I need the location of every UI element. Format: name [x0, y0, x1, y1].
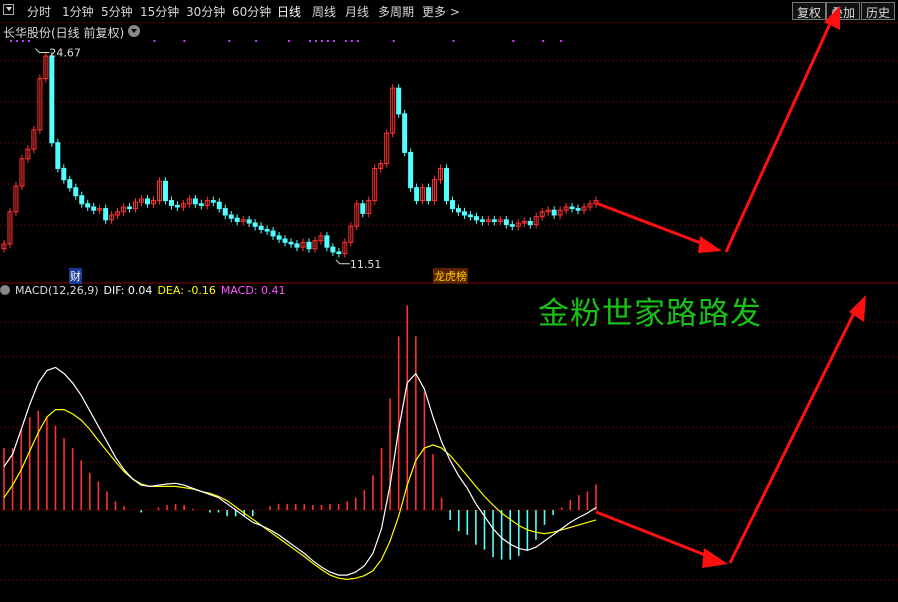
- annotation-label: 24.67: [49, 47, 80, 60]
- signal-dot: [27, 40, 30, 42]
- signal-dot: [21, 40, 24, 42]
- candle-body: [330, 246, 336, 253]
- candle-body: [61, 167, 67, 181]
- candle-body: [414, 187, 420, 202]
- signal-dot: [356, 40, 359, 42]
- candle-body: [145, 198, 151, 205]
- signal-dot: [183, 40, 186, 42]
- annotation-leader: [35, 48, 50, 54]
- candle-body: [174, 204, 180, 208]
- signal-dot: [326, 40, 329, 42]
- dif-value: DIF: 0.04: [103, 284, 153, 297]
- signal-dot: [542, 40, 545, 42]
- candle-body: [198, 203, 204, 206]
- signal-dot: [560, 40, 563, 42]
- signal-dot: [350, 40, 353, 42]
- arrow-head: [698, 236, 722, 253]
- macd-value: MACD: 0.41: [220, 284, 286, 297]
- candle-body: [258, 225, 264, 230]
- candle-body: [216, 201, 222, 210]
- candle-body: [306, 241, 312, 250]
- candle-body: [79, 195, 85, 205]
- arrow-up-price: [724, 14, 836, 253]
- macd-legend: MACD(12,26,9) DIF: 0.04 DEA: -0.16 MACD: 0.…: [0, 284, 291, 297]
- signal-dot: [153, 40, 156, 42]
- candle-body: [575, 208, 581, 211]
- candle-body: [55, 142, 61, 169]
- candle-body: [288, 241, 294, 245]
- candle-body: [503, 219, 509, 226]
- candle-body: [408, 151, 414, 189]
- signal-dot: [255, 40, 258, 42]
- candle-body: [402, 113, 408, 153]
- candle-body: [509, 224, 515, 227]
- candle-body: [67, 179, 73, 189]
- candle-body: [396, 87, 402, 115]
- candle-body: [294, 243, 300, 248]
- candle-body: [467, 214, 473, 218]
- candle-body: [473, 216, 479, 221]
- signal-dot: [9, 40, 12, 42]
- candle-body: [444, 167, 450, 202]
- signal-dot: [228, 40, 231, 42]
- signal-dot: [308, 40, 311, 42]
- watermark-text: 金粉世家路路发: [538, 296, 762, 332]
- signal-dot: [344, 40, 347, 42]
- dea-value: DEA: -0.16: [157, 284, 216, 297]
- candle-body: [103, 208, 109, 221]
- annotation-leader: [335, 259, 350, 265]
- dea-line: [3, 409, 597, 581]
- candle-body: [569, 206, 575, 210]
- signal-dot: [392, 40, 395, 42]
- macd-label: MACD(12,26,9): [15, 284, 99, 297]
- candle-body: [461, 211, 467, 216]
- candle-body: [455, 208, 461, 213]
- candle-body: [85, 203, 91, 208]
- candle-body: [324, 235, 330, 248]
- signal-dot: [452, 40, 455, 42]
- signal-dot: [288, 40, 291, 42]
- annotation-label: 11.51: [350, 258, 382, 271]
- candle-body: [192, 198, 198, 205]
- candle-body: [91, 206, 97, 211]
- candle-body: [127, 206, 133, 210]
- candle-body: [210, 200, 216, 203]
- candle-body: [162, 180, 168, 202]
- candle-body: [49, 55, 55, 144]
- candle-body: [270, 230, 276, 237]
- candle-body: [168, 200, 174, 206]
- candle-body: [73, 187, 79, 197]
- candle-body: [479, 219, 485, 222]
- indicator-menu-icon[interactable]: [0, 285, 10, 295]
- signal-dot: [320, 40, 323, 42]
- candle-body: [234, 217, 240, 222]
- arrow-up-macd: [728, 304, 860, 564]
- candle-body: [527, 220, 533, 226]
- candle-body: [282, 238, 288, 243]
- dragon-tiger-badge[interactable]: 龙虎榜: [433, 268, 468, 284]
- arrow-head: [702, 548, 728, 568]
- candle-body: [222, 208, 228, 216]
- candle-body: [264, 228, 270, 232]
- candle-body: [336, 251, 342, 255]
- candle-body: [551, 209, 557, 216]
- signal-dot: [332, 40, 335, 42]
- signal-dot: [15, 40, 18, 42]
- signal-dot: [314, 40, 317, 42]
- candle-body: [276, 235, 282, 240]
- candle-body: [360, 203, 366, 214]
- candle-body: [252, 222, 258, 227]
- arrow-head: [824, 6, 840, 30]
- candle-body: [491, 219, 497, 222]
- signal-dot: [512, 40, 515, 42]
- candle-body: [426, 187, 432, 202]
- finance-badge[interactable]: 财: [69, 268, 82, 284]
- candle-body: [449, 200, 455, 210]
- candle-body: [246, 219, 252, 224]
- arrow-down-macd: [595, 510, 719, 562]
- dif-line: [3, 366, 597, 576]
- candle-body: [228, 214, 234, 219]
- stock-chart[interactable]: 24.67 11.51: [0, 0, 898, 602]
